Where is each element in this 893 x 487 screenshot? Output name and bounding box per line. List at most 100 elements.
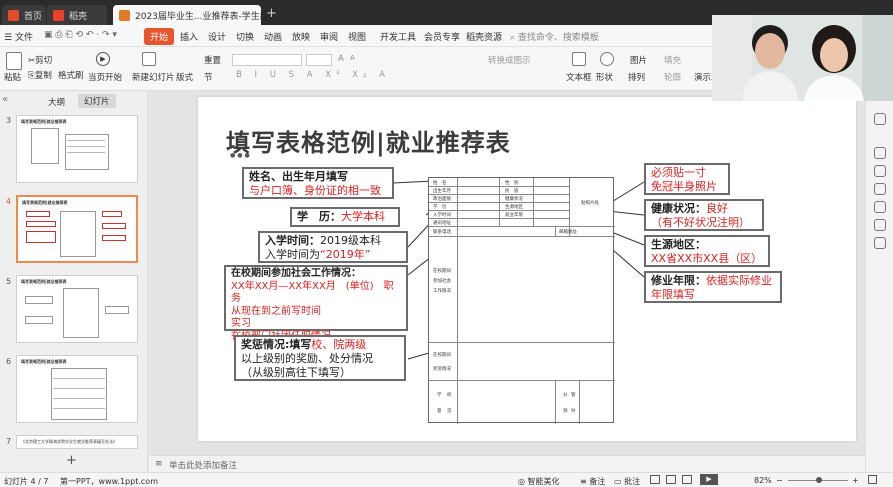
callout-years[interactable]: 修业年限：依据实际修业 年限填写 xyxy=(644,271,782,303)
menu-design[interactable]: 设计 xyxy=(208,30,226,43)
zoom-in-icon[interactable]: + xyxy=(852,476,859,485)
smart-beautify-button[interactable]: ◎ 智能美化 xyxy=(518,476,560,487)
thumb-callout xyxy=(26,221,56,227)
callout-health[interactable]: 健康状况：良好 （有不好状况注明） xyxy=(644,199,764,231)
convert-smartart-button[interactable]: 转换成图示 xyxy=(488,54,531,66)
form-rule xyxy=(555,226,556,236)
fit-window-icon[interactable] xyxy=(868,475,877,484)
thumb-title: 填写表格范例|就业推荐表 xyxy=(21,119,67,124)
menu-transition[interactable]: 切换 xyxy=(236,30,254,43)
notes-pane[interactable]: ≡ 单击此处添加备注 xyxy=(149,455,865,472)
arrange-button[interactable]: 排列 xyxy=(628,71,645,83)
new-tab-button[interactable]: + xyxy=(266,6,277,21)
sorter-view-icon[interactable] xyxy=(666,475,676,484)
new-slide-icon[interactable] xyxy=(142,52,156,66)
form-rule xyxy=(499,178,500,226)
slide-thumbnail[interactable]: 填写表格范例|就业推荐表 xyxy=(16,275,138,343)
notes-toggle-button[interactable]: ≡ 备注 xyxy=(580,476,605,487)
slide-thumbnail[interactable]: 填写表格范例|就业推荐表 xyxy=(16,355,138,423)
collapse-panel-icon[interactable]: « xyxy=(2,94,8,105)
animation-icon[interactable] xyxy=(874,183,886,195)
callout-education[interactable]: 学 历：大学本科 xyxy=(290,207,400,227)
share-icon[interactable] xyxy=(874,219,886,231)
callout-name-dob[interactable]: 姓名、出生年月填写 与户口簿、身份证的相一致 xyxy=(242,167,394,199)
callout-enroll[interactable]: 入学时间：2019级本科 入学时间为“2019年” xyxy=(258,231,408,263)
tab-document[interactable]: 2023届毕业生...业推荐表-学生编 xyxy=(113,5,261,25)
slide-number: 3 xyxy=(6,116,12,125)
menu-slideshow[interactable]: 放映 xyxy=(292,30,310,43)
copy-button[interactable]: ⎘复制 xyxy=(28,69,52,81)
tab-outline[interactable]: 大纲 xyxy=(48,96,65,108)
callout-awards[interactable]: 奖惩情况:填写校、院两级 以上级别的奖励、处分情况 （从级别高往下填写） xyxy=(234,335,406,381)
notes-placeholder[interactable]: 单击此处添加备注 xyxy=(169,459,237,471)
zoom-out-icon[interactable]: − xyxy=(776,476,783,485)
menu-insert[interactable]: 插入 xyxy=(180,30,198,43)
form-label: 校 xyxy=(447,393,452,398)
new-slide-button[interactable]: 新建幻灯片 xyxy=(132,71,175,83)
normal-view-icon[interactable] xyxy=(650,475,660,484)
reading-view-icon[interactable] xyxy=(682,475,692,484)
play-slideshow-icon[interactable]: ▶ xyxy=(700,474,718,485)
shape-icon[interactable] xyxy=(600,52,614,66)
callout-origin[interactable]: 生源地区： XX省XX市XX县（区） xyxy=(644,235,770,267)
add-slide-button[interactable]: + xyxy=(66,453,77,468)
paste-icon[interactable] xyxy=(6,52,22,70)
font-size-dropdown[interactable] xyxy=(306,54,332,66)
font-grow-button[interactable]: A xyxy=(338,54,344,64)
thumb-form xyxy=(51,368,107,420)
slide[interactable]: 填写表格范例|就业推荐表 ●●● 姓名、出生年月填写 与户口簿、身份证的相一致 … xyxy=(198,97,856,441)
status-bar: 幻灯片 4 / 7 第一PPT，www.1ppt.com ◎ 智能美化 ≡ 备注… xyxy=(0,472,893,487)
tab-home[interactable]: 首页 xyxy=(2,5,46,25)
comments-button[interactable]: ▭ 批注 xyxy=(614,476,640,487)
paste-button[interactable]: 粘贴 xyxy=(4,71,21,83)
menu-member[interactable]: 会员专享 xyxy=(424,30,460,43)
font-shrink-button[interactable]: A xyxy=(350,54,355,62)
select-icon[interactable] xyxy=(874,147,886,159)
shape-button[interactable]: 形状 xyxy=(596,71,613,83)
star-icon[interactable] xyxy=(874,165,886,177)
tab-docer[interactable]: 稻壳 xyxy=(47,5,107,25)
cut-button[interactable]: ✂剪切 xyxy=(28,54,52,66)
quick-access-toolbar[interactable]: ▣ ⎙ ⎗ ⟲ ↶ · ↷ ▾ xyxy=(44,30,117,40)
skin-icon[interactable] xyxy=(874,237,886,249)
text-format-buttons[interactable]: B I U S A X² X₂ A xyxy=(236,70,390,80)
menu-developer[interactable]: 开发工具 xyxy=(380,30,416,43)
textbox-button[interactable]: 文本框 xyxy=(566,71,592,83)
form-label: 领 xyxy=(563,409,568,414)
callout-work[interactable]: 在校期间参加社会工作情况： XX年XX月—XX年XX月 (单位) 职务 从现在到… xyxy=(224,265,408,342)
slide-thumbnail-selected[interactable]: 填写表格范例|就业推荐表 xyxy=(16,195,138,263)
property-icon[interactable] xyxy=(874,113,886,125)
help-icon[interactable] xyxy=(874,201,886,213)
layout-button[interactable]: 版式 xyxy=(176,71,193,83)
thumb-title: 《北京理工大学珠海学院毕业生就业推荐表填写办法》 xyxy=(21,439,117,444)
format-painter-button[interactable]: 格式刷 xyxy=(58,69,84,81)
theme-name: 第一PPT，www.1ppt.com xyxy=(60,477,158,486)
wps-home-icon xyxy=(8,9,19,21)
section-button[interactable]: 节 xyxy=(204,71,213,83)
callout-photo[interactable]: 必须贴一寸 免冠半身照片 xyxy=(644,163,730,195)
font-name-dropdown[interactable] xyxy=(232,54,302,66)
play-icon[interactable]: ▶ xyxy=(96,52,110,66)
outline-button[interactable]: 轮廓 xyxy=(664,71,681,83)
menu-animation[interactable]: 动画 xyxy=(264,30,282,43)
textbox-icon[interactable] xyxy=(572,52,586,66)
menu-docer-resources[interactable]: 稻壳资源 xyxy=(466,30,502,43)
thumb-line xyxy=(53,388,105,389)
form-label: 参加社会 xyxy=(433,279,451,284)
zoom-slider-thumb[interactable] xyxy=(816,477,822,483)
picture-button[interactable]: 图片 xyxy=(630,54,647,66)
command-search[interactable]: ⌕ 查找命令、搜索模板 xyxy=(510,30,599,43)
menu-file[interactable]: ☰ 文件 xyxy=(4,30,33,43)
fill-button[interactable]: 填充 xyxy=(664,54,681,66)
menu-home[interactable]: 开始 xyxy=(144,28,175,45)
play-from-current-button[interactable]: 当页开始 xyxy=(88,71,122,83)
reset-button[interactable]: 重置 xyxy=(204,54,221,66)
thumb-callout xyxy=(26,231,56,243)
slide-thumbnail[interactable]: 《北京理工大学珠海学院毕业生就业推荐表填写办法》 xyxy=(16,435,138,449)
tab-slides[interactable]: 幻灯片 xyxy=(78,94,116,108)
menu-review[interactable]: 审阅 xyxy=(320,30,338,43)
slide-number: 4 xyxy=(6,197,12,206)
slide-thumbnail[interactable]: 填写表格范例|就业推荐表 xyxy=(16,115,138,183)
menu-view[interactable]: 视图 xyxy=(348,30,366,43)
copy-icon: ⎘ xyxy=(28,71,35,81)
